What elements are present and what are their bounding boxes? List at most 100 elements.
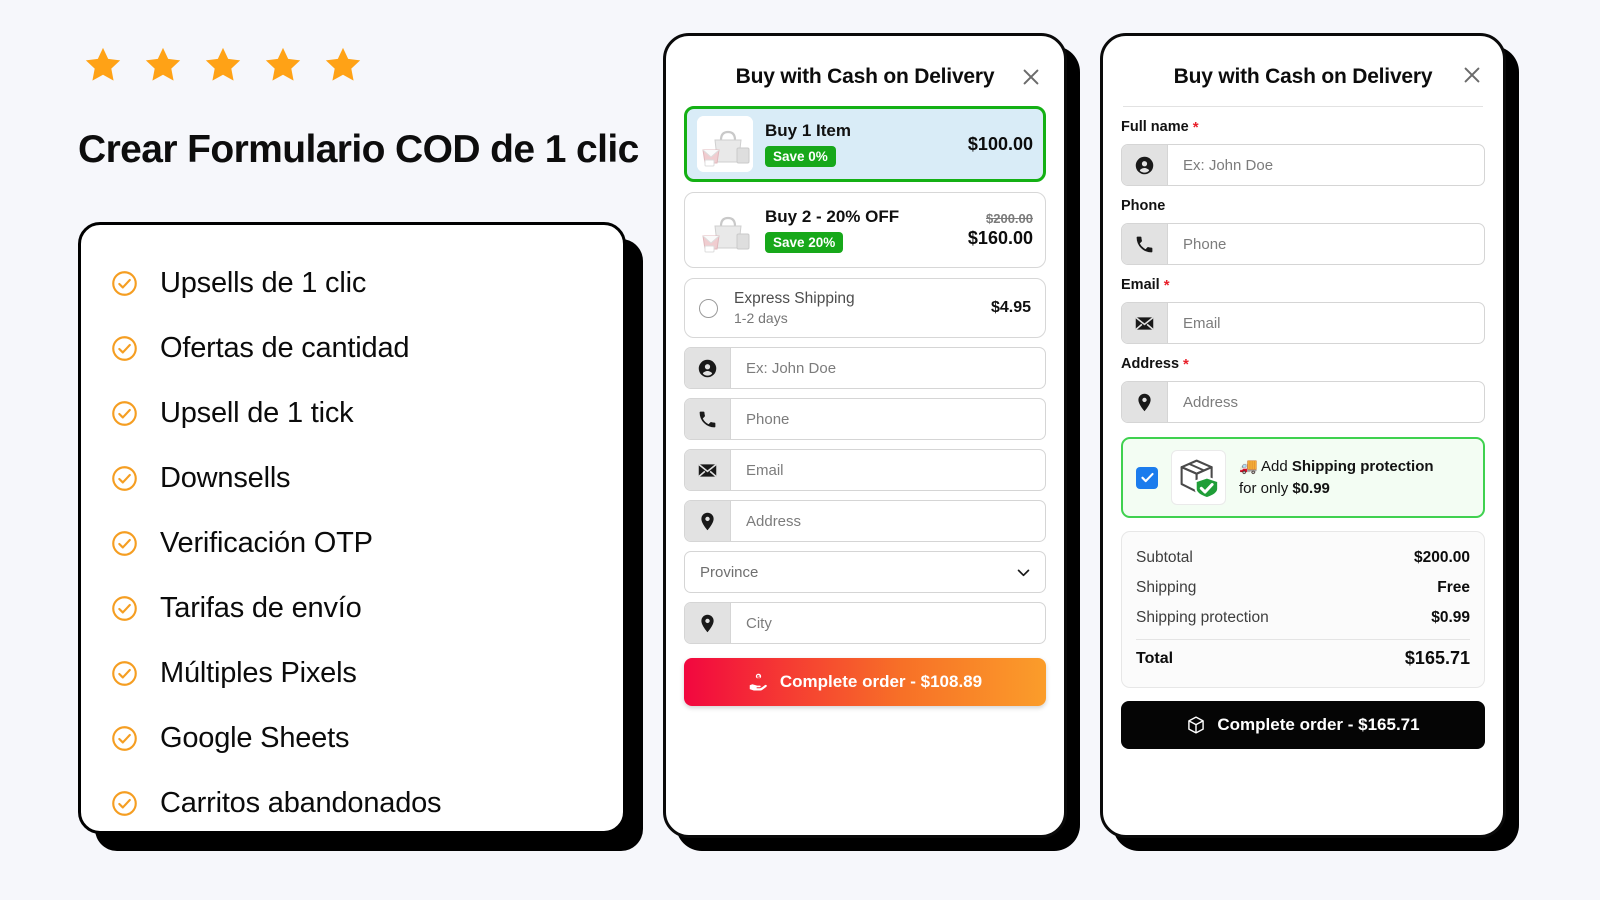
phone-input[interactable]: Phone	[1168, 224, 1484, 264]
complete-order-label: Complete order - $108.89	[779, 672, 983, 691]
location-pin-icon	[685, 603, 731, 643]
star-icon	[262, 44, 304, 86]
shipping-name: Express Shipping	[734, 290, 855, 307]
rating-stars	[82, 44, 658, 86]
summary-key: Subtotal	[1136, 549, 1193, 566]
fullname-input[interactable]: Ex: John Doe	[731, 348, 1045, 388]
summary-total-row: Total $165.71	[1136, 642, 1470, 675]
summary-key: Shipping protection	[1136, 609, 1269, 626]
address-input[interactable]: Address	[731, 501, 1045, 541]
required-asterisk: *	[1183, 355, 1189, 373]
offer-tile-2[interactable]: Buy 2 - 20% OFF Save 20% $200.00 $160.00	[684, 192, 1046, 268]
envelope-icon	[685, 450, 731, 490]
protection-prefix: Add	[1261, 457, 1292, 475]
summary-key: Shipping	[1136, 579, 1197, 596]
check-circle-icon	[111, 400, 138, 427]
close-icon[interactable]	[1020, 66, 1042, 88]
middle-card-title: Buy with Cash on Delivery	[735, 65, 995, 88]
shipping-protection-checkbox[interactable]	[1136, 466, 1158, 489]
list-item: Downsells	[111, 446, 593, 511]
list-item: Upsells de 1 clic	[111, 251, 593, 316]
person-circle-icon	[1122, 145, 1168, 185]
fullname-label: Full name *	[1121, 119, 1485, 135]
right-card-title: Buy with Cash on Delivery	[1173, 65, 1433, 88]
fullname-input[interactable]: Ex: John Doe	[1168, 145, 1484, 185]
email-label-text: Email	[1121, 277, 1160, 293]
page-title: Crear Formulario COD de 1 clic	[78, 128, 639, 171]
hand-holding-dollar-icon	[749, 673, 767, 691]
summary-row: Subtotal $200.00	[1136, 543, 1470, 573]
list-item-label: Verificación OTP	[160, 527, 373, 559]
list-item: Verificación OTP	[111, 511, 593, 576]
summary-total-key: Total	[1136, 649, 1174, 667]
offer-1-prices: $100.00	[968, 134, 1033, 155]
offer-2-save-badge: Save 20%	[765, 232, 844, 253]
address-field[interactable]: Address	[684, 500, 1046, 542]
phone-input[interactable]: Phone	[731, 399, 1045, 439]
offer-tile-1[interactable]: Buy 1 Item Save 0% $100.00	[684, 106, 1046, 182]
list-item: Upsell de 1 tick	[111, 381, 593, 446]
phone-label: Phone	[1121, 198, 1485, 214]
star-icon	[202, 44, 244, 86]
email-field[interactable]: Email	[1121, 302, 1485, 344]
left-marketing-panel: Crear Formulario COD de 1 clic	[78, 44, 658, 172]
chevron-down-icon	[1017, 569, 1030, 576]
list-item-label: Ofertas de cantidad	[160, 332, 410, 364]
list-item-label: Tarifas de envío	[160, 592, 362, 624]
star-icon	[82, 44, 124, 86]
list-item-label: Downsells	[160, 462, 291, 494]
email-input[interactable]: Email	[1168, 303, 1484, 343]
phone-field[interactable]: Phone	[684, 398, 1046, 440]
person-circle-icon	[685, 348, 731, 388]
radio-icon[interactable]	[699, 298, 718, 318]
close-icon[interactable]	[1461, 64, 1483, 86]
shipping-text: Express Shipping 1-2 days	[734, 290, 975, 326]
protection-bold: Shipping protection	[1291, 457, 1434, 475]
list-item-label: Upsell de 1 tick	[160, 397, 354, 429]
complete-order-button[interactable]: Complete order - $108.89	[684, 658, 1046, 706]
right-card-header: Buy with Cash on Delivery	[1121, 58, 1485, 96]
check-circle-icon	[111, 270, 138, 297]
complete-order-button[interactable]: Complete order - $165.71	[1121, 701, 1485, 749]
list-item: Ofertas de cantidad	[111, 316, 593, 381]
phone-icon	[1122, 224, 1168, 264]
offer-1-price: $100.00	[967, 133, 1033, 154]
truck-icon: 🚚	[1239, 457, 1258, 475]
protection-line-1: 🚚 Add Shipping protection	[1239, 456, 1434, 478]
phone-field[interactable]: Phone	[1121, 223, 1485, 265]
feature-list: Upsells de 1 clic Ofertas de cantidad Upse…	[111, 251, 593, 836]
address-input[interactable]: Address	[1168, 382, 1484, 422]
summary-value: Free	[1437, 579, 1470, 596]
fullname-field[interactable]: Ex: John Doe	[684, 347, 1046, 389]
email-label: Email *	[1121, 277, 1485, 293]
protection-price-prefix: for only	[1239, 479, 1293, 497]
city-input[interactable]: City	[731, 603, 1045, 643]
summary-row: Shipping protection $0.99	[1136, 603, 1470, 633]
check-circle-icon	[111, 725, 138, 752]
city-field[interactable]: City	[684, 602, 1046, 644]
checkmark-icon	[1140, 473, 1154, 483]
check-circle-icon	[111, 790, 138, 817]
email-input[interactable]: Email	[731, 450, 1045, 490]
offer-2-info: Buy 2 - 20% OFF Save 20%	[765, 207, 956, 253]
address-label-text: Address	[1121, 356, 1180, 372]
shipping-protection-option[interactable]: 🚚 Add Shipping protection for only $0.99	[1121, 437, 1485, 518]
address-field[interactable]: Address	[1121, 381, 1485, 423]
cod-offer-card: Buy with Cash on Delivery Buy 1 Item Sav…	[663, 33, 1067, 838]
required-asterisk: *	[1163, 276, 1170, 294]
location-pin-icon	[1122, 382, 1168, 422]
shipping-protection-text: 🚚 Add Shipping protection for only $0.99	[1239, 456, 1434, 500]
express-shipping-option[interactable]: Express Shipping 1-2 days $4.95	[684, 278, 1046, 338]
check-circle-icon	[111, 660, 138, 687]
header-divider	[1123, 106, 1483, 107]
package-shield-icon	[1171, 450, 1226, 505]
required-asterisk: *	[1192, 118, 1199, 136]
handbag-product-image	[697, 116, 753, 172]
location-pin-icon	[685, 501, 731, 541]
check-circle-icon	[111, 595, 138, 622]
email-field[interactable]: Email	[684, 449, 1046, 491]
fullname-field[interactable]: Ex: John Doe	[1121, 144, 1485, 186]
list-item-label: Carritos abandonados	[160, 787, 442, 819]
page-root: Crear Formulario COD de 1 clic Upsells d…	[0, 0, 1600, 900]
province-select[interactable]: Province	[684, 551, 1046, 593]
